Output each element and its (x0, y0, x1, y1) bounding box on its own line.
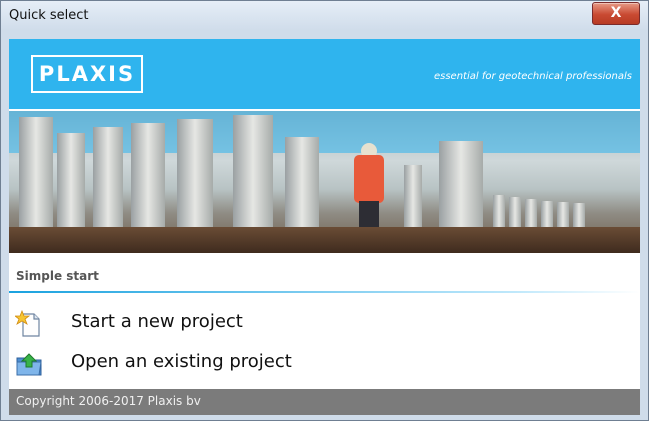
construction-banner-image (9, 111, 640, 253)
open-existing-project-label: Open an existing project (71, 351, 292, 372)
worker-vest (354, 155, 384, 203)
copyright-footer: Copyright 2006-2017 Plaxis bv (9, 389, 640, 415)
concrete-pile (439, 141, 483, 235)
title-bar[interactable]: Quick select X (1, 1, 648, 31)
open-project-icon (15, 350, 43, 378)
section-divider (9, 291, 640, 293)
concrete-pile (404, 165, 422, 235)
concrete-pile (131, 123, 165, 235)
concrete-pile (57, 133, 85, 235)
start-new-project-label: Start a new project (71, 311, 243, 332)
concrete-pile (19, 117, 53, 235)
open-existing-project-button[interactable]: Open an existing project (15, 349, 315, 377)
close-button[interactable]: X (592, 2, 640, 25)
concrete-pile (233, 115, 273, 235)
quick-select-window: Quick select X PLAXIS essential for geot… (0, 0, 649, 421)
concrete-pile (177, 119, 213, 235)
dialog-content: PLAXIS essential for geotechnical profes… (9, 39, 640, 415)
new-project-icon (13, 309, 43, 338)
brand-tagline: essential for geotechnical professionals (433, 71, 632, 82)
plaxis-logo: PLAXIS (31, 55, 143, 93)
section-title: Simple start (16, 269, 99, 283)
concrete-pile (285, 137, 319, 235)
start-new-project-button[interactable]: Start a new project (13, 309, 315, 338)
close-icon: X (610, 5, 622, 21)
copyright-text: Copyright 2006-2017 Plaxis bv (16, 394, 201, 408)
concrete-pile (93, 127, 123, 235)
window-title: Quick select (9, 8, 89, 23)
ground-soil (9, 227, 640, 253)
brand-header: PLAXIS essential for geotechnical profes… (9, 39, 640, 109)
